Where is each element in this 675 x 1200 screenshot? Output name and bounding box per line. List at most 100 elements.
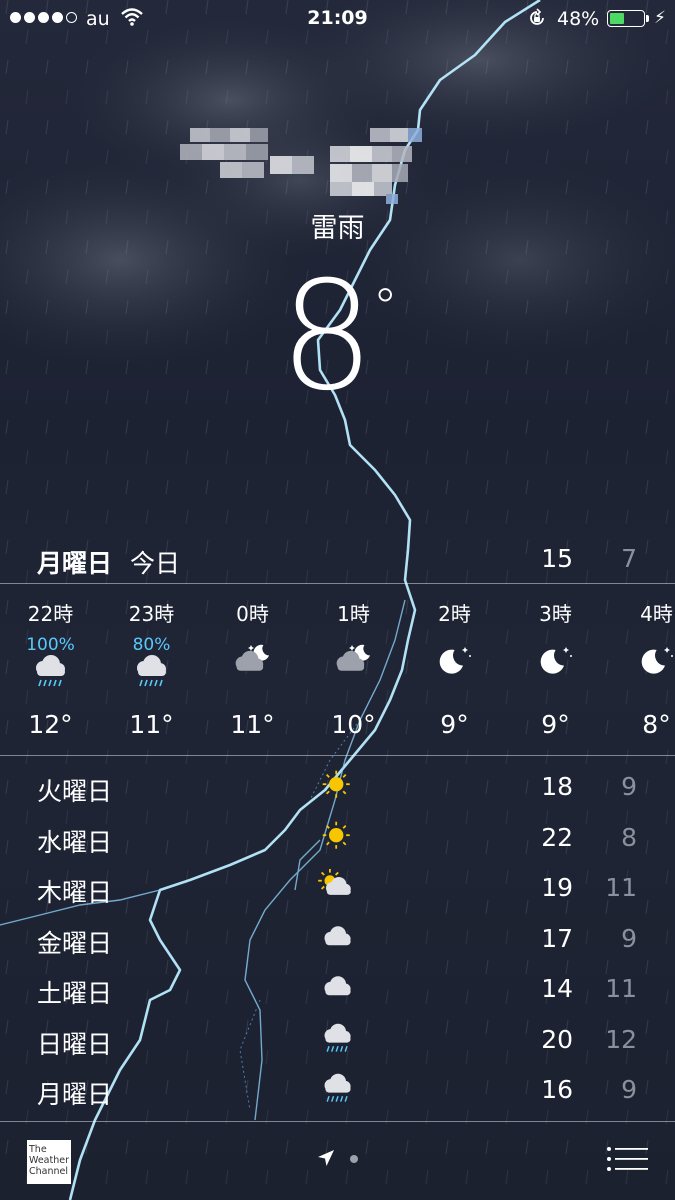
hourly-icon-wrap xyxy=(332,642,376,682)
hourly-temp: 9° xyxy=(541,710,570,739)
rain-cloud-icon xyxy=(35,655,65,687)
current-condition: 雷雨 xyxy=(310,213,365,244)
hourly-time: 23時 xyxy=(128,602,175,626)
location-arrow-icon[interactable] xyxy=(316,1148,336,1168)
hourly-item: 23時 80% 11° xyxy=(101,590,202,752)
daily-low: 11 xyxy=(605,873,637,902)
degree-symbol: ° xyxy=(372,278,398,336)
logo-line-2: Weather xyxy=(29,1155,69,1166)
rain-cloud-icon xyxy=(136,655,166,687)
daily-icon-wrap xyxy=(318,1071,358,1107)
daily-low: 11 xyxy=(605,974,637,1003)
daily-low: 9 xyxy=(621,772,637,801)
today-summary-row: 月曜日 今日 15 7 xyxy=(0,538,675,582)
daily-high: 22 xyxy=(541,822,573,852)
rotation-lock-icon xyxy=(530,8,544,25)
daily-low: 9 xyxy=(621,1075,637,1104)
hourly-temp: 12° xyxy=(28,710,73,739)
current-temperature: 8° xyxy=(0,262,675,412)
logo-line-1: The xyxy=(29,1144,47,1155)
battery-percentage: 48% xyxy=(557,8,600,30)
daily-high: 18 xyxy=(541,772,573,801)
hourly-time: 22時 xyxy=(27,602,74,626)
daily-row: 水曜日 22 8 xyxy=(0,813,675,864)
location-name-obscured xyxy=(180,128,422,204)
hourly-icon-wrap xyxy=(29,652,73,692)
hourly-item: 1時 10° xyxy=(303,590,404,752)
hourly-item: 2時 9° xyxy=(404,590,505,752)
hourly-temp: 11° xyxy=(230,710,275,739)
today-high: 15 xyxy=(541,544,573,573)
cloud-icon xyxy=(324,976,351,996)
daily-icon-wrap xyxy=(318,768,358,804)
hourly-item: 4時 8° xyxy=(606,590,675,752)
daily-high: 14 xyxy=(541,974,573,1003)
hourly-icon-wrap xyxy=(231,642,275,682)
daily-low: 9 xyxy=(621,923,637,953)
daily-icon-wrap xyxy=(318,970,358,1006)
weather-channel-logo[interactable]: The Weather Channel xyxy=(27,1140,71,1184)
battery-level-fill xyxy=(610,13,625,24)
sun-icon xyxy=(322,770,350,798)
hourly-icon-wrap xyxy=(635,642,675,682)
cloudy-night-icon xyxy=(336,644,370,671)
daily-icon-wrap xyxy=(318,1021,358,1057)
battery-icon xyxy=(607,10,645,27)
daily-weekday: 木曜日 xyxy=(37,878,113,907)
hourly-time: 3時 xyxy=(539,602,572,626)
hourly-temp: 11° xyxy=(129,710,174,739)
current-temperature-value: 8 xyxy=(279,250,374,424)
hourly-icon-wrap xyxy=(433,642,477,682)
daily-weekday: 金曜日 xyxy=(37,928,113,958)
hourly-temp: 8° xyxy=(642,710,671,739)
charging-bolt-icon: ⚡ xyxy=(654,8,666,28)
cloud-icon xyxy=(324,925,351,945)
divider-middle xyxy=(0,755,675,756)
cloudy-night-icon xyxy=(235,644,269,671)
list-icon[interactable] xyxy=(606,1146,648,1172)
rain-cloud-icon xyxy=(324,1073,351,1102)
hourly-time: 1時 xyxy=(337,602,370,626)
hourly-time: 0時 xyxy=(236,602,269,626)
daily-weekday: 月曜日 xyxy=(37,1080,113,1109)
hourly-time: 2時 xyxy=(438,602,471,626)
daily-high: 16 xyxy=(541,1075,573,1104)
divider-bottom xyxy=(0,1121,675,1122)
hourly-time: 4時 xyxy=(640,602,673,626)
daily-high: 19 xyxy=(541,873,573,902)
page-indicator-dot[interactable] xyxy=(350,1155,358,1163)
sun-icon xyxy=(322,821,350,849)
clear-night-icon xyxy=(439,647,471,674)
daily-weekday: 土曜日 xyxy=(37,979,113,1008)
daily-row: 金曜日 17 9 xyxy=(0,914,675,965)
daily-icon-wrap xyxy=(318,920,358,956)
hourly-item: 22時 100% 12° xyxy=(0,590,101,752)
daily-row: 月曜日 16 9 xyxy=(0,1065,675,1116)
daily-icon-wrap xyxy=(318,869,358,905)
daily-weekday: 火曜日 xyxy=(37,777,113,806)
daily-low: 12 xyxy=(605,1024,637,1054)
divider-top xyxy=(0,583,675,584)
daily-row: 土曜日 14 11 xyxy=(0,964,675,1015)
bottom-toolbar: The Weather Channel xyxy=(0,1124,675,1200)
logo-line-3: Channel xyxy=(29,1166,69,1177)
today-label: 今日 xyxy=(130,549,181,578)
daily-icon-wrap xyxy=(318,819,358,855)
daily-row: 日曜日 20 12 xyxy=(0,1015,675,1066)
partly-cloudy-icon xyxy=(318,869,351,895)
clear-night-icon xyxy=(641,647,673,674)
hourly-icon-wrap xyxy=(130,652,174,692)
daily-forecast-list[interactable]: 火曜日 18 9 水曜日 22 8 木曜日 19 11 金曜日 17 9 土曜日 14 11 日曜日 20 12 月… xyxy=(0,762,675,1116)
battery-tip xyxy=(646,15,649,22)
daily-row: 火曜日 18 9 xyxy=(0,762,675,813)
daily-weekday: 日曜日 xyxy=(37,1029,113,1059)
status-bar: au 21:09 48% ⚡ xyxy=(0,0,675,38)
daily-high: 20 xyxy=(541,1024,573,1054)
today-weekday: 月曜日 xyxy=(37,549,113,578)
hourly-item: 3時 9° xyxy=(505,590,606,752)
rain-cloud-icon xyxy=(324,1023,351,1052)
daily-weekday: 水曜日 xyxy=(37,827,113,857)
today-low: 7 xyxy=(621,544,637,573)
hourly-forecast-strip[interactable]: 22時 100% 12° 23時 80% 11° 0時 11° 1時 10° 2時 9° 3時 9° 4時 8… xyxy=(0,590,675,752)
hourly-icon-wrap xyxy=(534,642,578,682)
